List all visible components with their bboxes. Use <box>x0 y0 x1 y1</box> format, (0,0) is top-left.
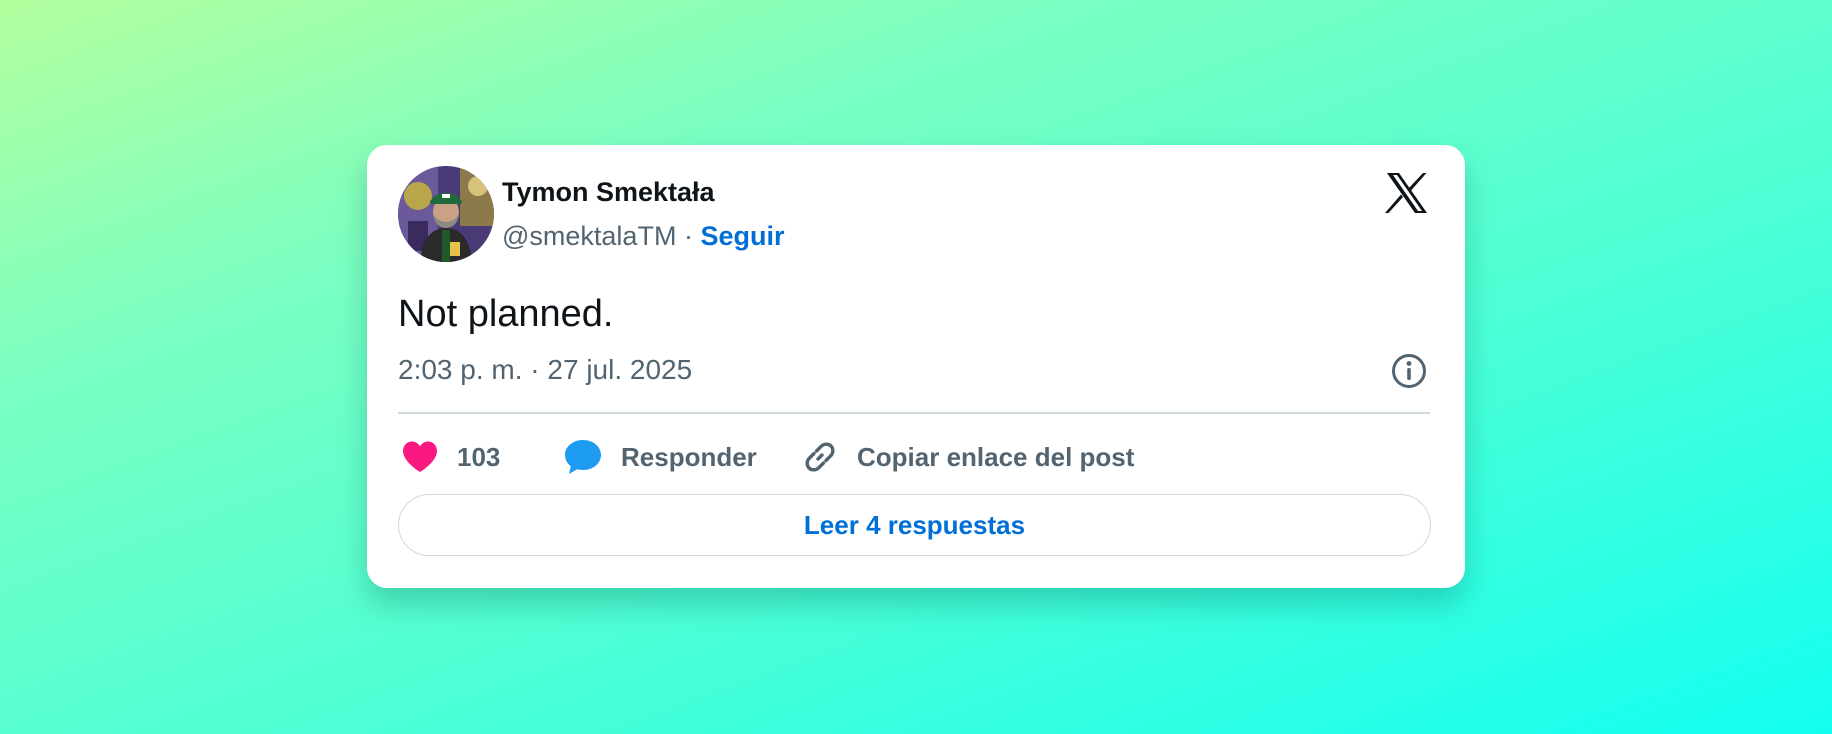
like-button[interactable]: 103 <box>401 435 500 479</box>
author-handle[interactable]: @smektalaTM <box>502 221 676 251</box>
like-count: 103 <box>457 441 501 472</box>
reply-button[interactable]: Responder <box>563 435 757 479</box>
handle-separator: · <box>676 221 701 251</box>
reply-label: Responder <box>621 441 757 472</box>
tweet-text: Not planned. <box>398 293 614 335</box>
divider <box>398 412 1430 414</box>
speech-bubble-icon <box>563 438 603 476</box>
link-icon <box>801 438 839 476</box>
tweet-card: Tymon Smektała @smektalaTM · Seguir Not … <box>367 145 1465 588</box>
author-name[interactable]: Tymon Smektała <box>502 177 715 208</box>
info-icon[interactable] <box>1390 352 1428 390</box>
copy-link-button[interactable]: Copiar enlace del post <box>801 435 1134 479</box>
follow-button[interactable]: Seguir <box>700 221 784 251</box>
handle-row: @smektalaTM · Seguir <box>502 221 784 252</box>
copy-link-label: Copiar enlace del post <box>857 441 1135 472</box>
tweet-timestamp[interactable]: 2:03 p. m. · 27 jul. 2025 <box>398 354 692 386</box>
read-replies-button[interactable]: Leer 4 respuestas <box>398 494 1431 556</box>
heart-icon <box>401 440 439 474</box>
x-logo-icon[interactable] <box>1385 171 1429 215</box>
avatar[interactable] <box>398 166 494 262</box>
